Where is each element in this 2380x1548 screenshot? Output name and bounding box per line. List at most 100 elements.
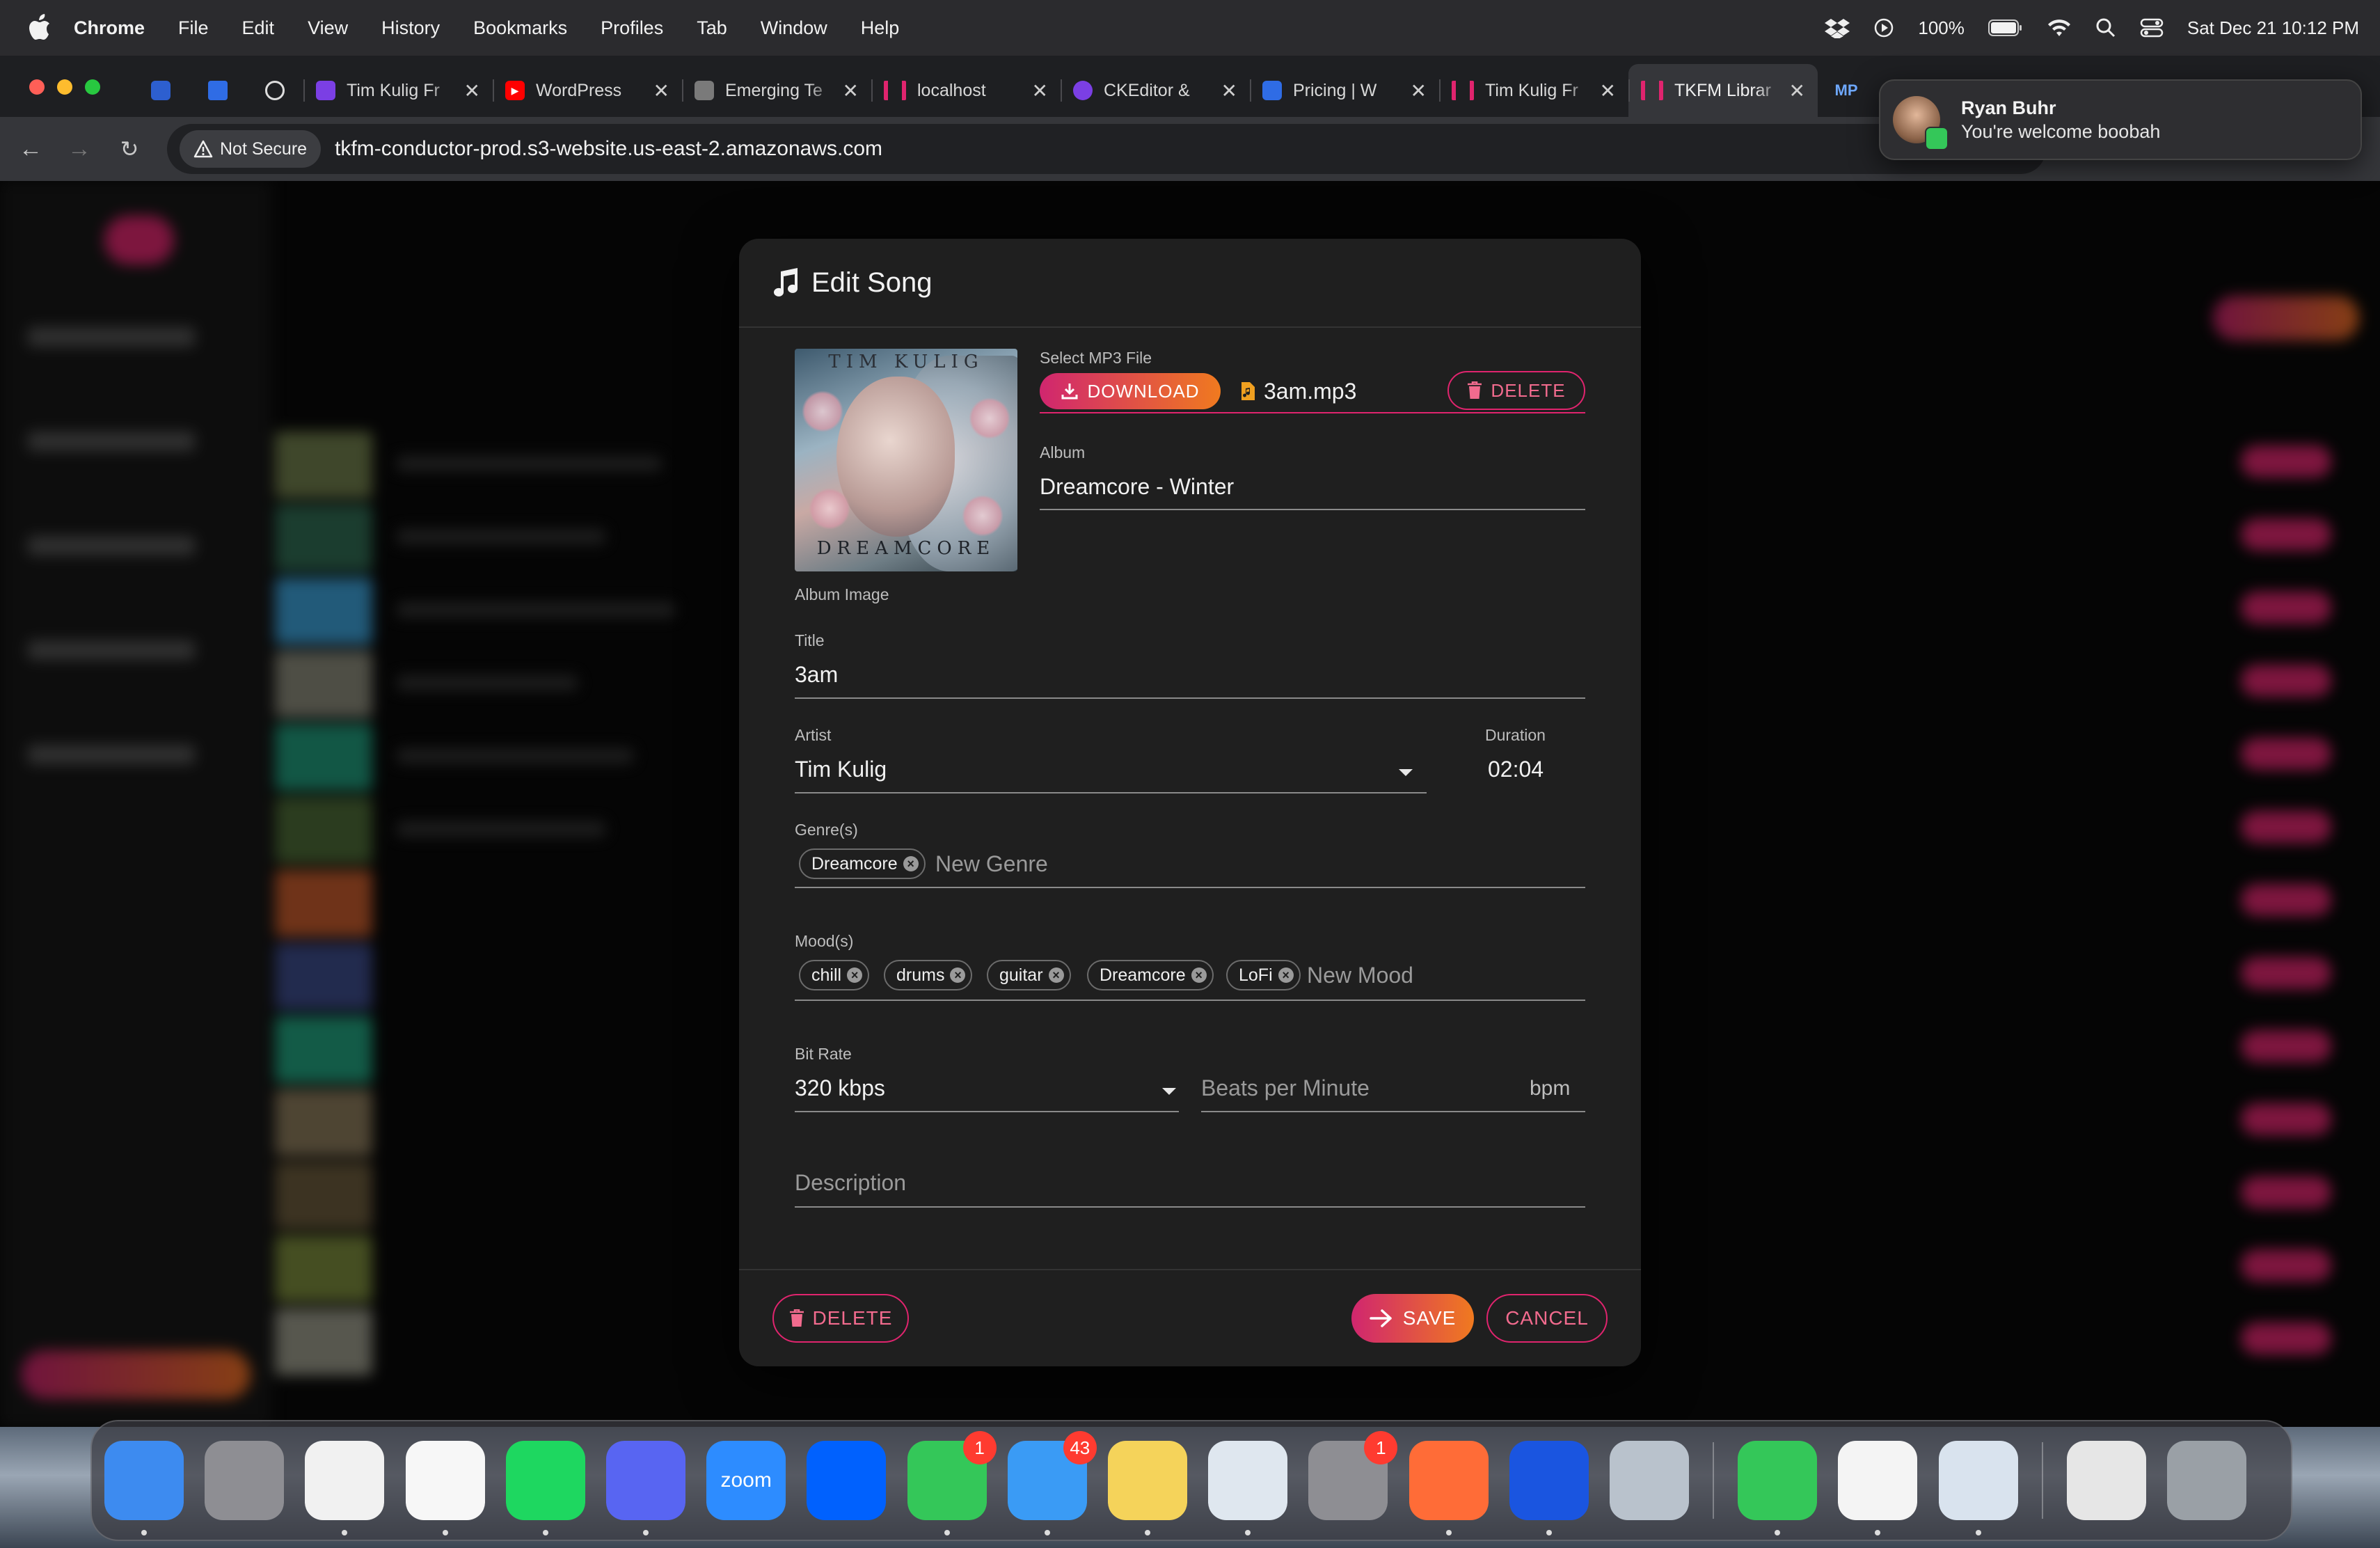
mood-tag-dreamcore[interactable]: Dreamcore × xyxy=(1087,960,1214,990)
tab-7[interactable]: Tim Kulig Fr ✕ xyxy=(1439,64,1628,117)
remove-tag-icon[interactable]: × xyxy=(1191,968,1207,983)
menu-tab[interactable]: Tab xyxy=(697,17,727,39)
dock-vs-code-icon[interactable] xyxy=(405,1441,485,1520)
dock-iphone-mirroring-icon[interactable] xyxy=(1610,1441,1689,1520)
dock-maps-pin-icon[interactable] xyxy=(1509,1441,1589,1520)
dock-chrome-icon[interactable] xyxy=(305,1441,385,1520)
blurred-pill xyxy=(2241,1103,2331,1135)
dock-notes-icon[interactable] xyxy=(1108,1441,1187,1520)
dock-facetime-icon[interactable] xyxy=(1738,1441,1818,1520)
dock-discord-icon[interactable] xyxy=(606,1441,685,1520)
dock-downloads-icon[interactable] xyxy=(2066,1441,2146,1520)
mood-tag-chill[interactable]: chill × xyxy=(799,960,870,990)
blurred-pill xyxy=(2241,665,2331,697)
menu-help[interactable]: Help xyxy=(861,17,900,39)
download-mp3-button[interactable]: DOWNLOAD xyxy=(1040,373,1221,409)
artist-select[interactable]: Tim Kulig xyxy=(795,757,887,782)
zoom-window-button[interactable] xyxy=(85,79,100,95)
pinned-tab-1[interactable] xyxy=(132,64,189,117)
dock-dropbox-icon[interactable] xyxy=(807,1441,887,1520)
menu-view[interactable]: View xyxy=(308,17,348,39)
bitrate-select[interactable]: 320 kbps xyxy=(795,1075,885,1101)
menubar-clock[interactable]: Sat Dec 21 10:12 PM xyxy=(2187,17,2359,39)
cancel-button[interactable]: CANCEL xyxy=(1486,1294,1608,1343)
remove-tag-icon[interactable]: × xyxy=(847,968,863,983)
mood-tag-guitar[interactable]: guitar × xyxy=(987,960,1071,990)
battery-icon[interactable] xyxy=(1988,19,2023,37)
wifi-icon[interactable] xyxy=(2047,18,2072,38)
tab-9[interactable]: MP xyxy=(1818,64,1875,117)
album-input[interactable]: Dreamcore - Winter xyxy=(1040,474,1234,500)
tab-3[interactable]: Emerging Te ✕ xyxy=(682,64,871,117)
menu-window[interactable]: Window xyxy=(761,17,827,39)
mp3-filename-text: 3am.mp3 xyxy=(1264,378,1357,404)
menu-history[interactable]: History xyxy=(381,17,440,39)
dock-preview-icon[interactable] xyxy=(1938,1441,2018,1520)
menu-bookmarks[interactable]: Bookmarks xyxy=(473,17,567,39)
tab-close-icon[interactable]: ✕ xyxy=(843,79,859,102)
dock-postman-icon[interactable] xyxy=(1409,1441,1489,1520)
artist-chevron-down-icon[interactable] xyxy=(1399,769,1413,776)
apple-menu-icon[interactable] xyxy=(26,14,51,42)
pinned-tab-3[interactable] xyxy=(246,64,303,117)
dock-running-indicator xyxy=(643,1530,649,1535)
reload-icon[interactable]: ↻ xyxy=(114,134,145,164)
tab-close-icon[interactable]: ✕ xyxy=(1600,79,1616,102)
tab-close-icon[interactable]: ✕ xyxy=(1221,79,1237,102)
tab-8-active[interactable]: TKFM Librar ✕ xyxy=(1628,64,1818,117)
tab-2[interactable]: ▶ WordPress ✕ xyxy=(493,64,682,117)
url-text[interactable]: tkfm-conductor-prod.s3-website.us-east-2… xyxy=(335,137,882,161)
dropbox-status-icon[interactable] xyxy=(1825,17,1850,38)
tab-close-icon[interactable]: ✕ xyxy=(1411,79,1427,102)
tab-5[interactable]: CKEditor & ✕ xyxy=(1061,64,1250,117)
menu-file[interactable]: File xyxy=(178,17,209,39)
dock-launchpad-icon[interactable] xyxy=(205,1441,285,1520)
remove-tag-icon[interactable]: × xyxy=(1048,968,1064,983)
delete-song-button[interactable]: DELETE xyxy=(772,1294,909,1343)
address-bar[interactable]: Not Secure tkfm-conductor-prod.s3-websit… xyxy=(167,124,2046,174)
bpm-input[interactable]: Beats per Minute xyxy=(1201,1075,1370,1101)
play-status-icon[interactable] xyxy=(1873,17,1894,38)
spotlight-search-icon[interactable] xyxy=(2095,17,2116,38)
new-mood-input[interactable]: New Mood xyxy=(1307,963,1413,988)
tab-favicon-icon xyxy=(695,81,714,100)
description-input[interactable]: Description xyxy=(795,1170,906,1196)
minimize-window-button[interactable] xyxy=(57,79,72,95)
tab-1[interactable]: Tim Kulig Fr ✕ xyxy=(303,64,493,117)
new-genre-input[interactable]: New Genre xyxy=(935,851,1048,877)
genre-tag[interactable]: Dreamcore × xyxy=(799,848,926,879)
tab-close-icon[interactable]: ✕ xyxy=(464,79,480,102)
forward-arrow-icon[interactable]: → xyxy=(64,134,95,164)
tab-4[interactable]: localhost ✕ xyxy=(871,64,1061,117)
site-security-chip[interactable]: Not Secure xyxy=(180,130,322,168)
tab-close-icon[interactable]: ✕ xyxy=(1032,79,1048,102)
save-button[interactable]: SAVE xyxy=(1351,1294,1474,1343)
menu-edit[interactable]: Edit xyxy=(242,17,275,39)
menu-app-name[interactable]: Chrome xyxy=(74,17,145,39)
tab-6[interactable]: Pricing | W ✕ xyxy=(1250,64,1439,117)
dock-zoom-icon[interactable]: zoom xyxy=(706,1441,786,1520)
dock-trash-icon[interactable] xyxy=(2167,1441,2246,1520)
album-image[interactable]: TIM KULIG DREAMCORE xyxy=(795,349,1017,571)
close-window-button[interactable] xyxy=(29,79,45,95)
dock-finder-icon[interactable] xyxy=(104,1441,184,1520)
mood-tag-lofi[interactable]: LoFi × xyxy=(1226,960,1301,990)
pinned-tab-2[interactable] xyxy=(189,64,246,117)
control-center-icon[interactable] xyxy=(2140,17,2164,38)
delete-mp3-button[interactable]: DELETE xyxy=(1447,371,1585,410)
message-notification[interactable]: Ryan Buhr You're welcome boobah xyxy=(1879,79,2362,160)
menu-profiles[interactable]: Profiles xyxy=(601,17,663,39)
remove-tag-icon[interactable]: × xyxy=(1278,968,1294,983)
title-input[interactable]: 3am xyxy=(795,662,838,688)
dock-pgadmin-icon[interactable] xyxy=(1208,1441,1288,1520)
dock-spotify-icon[interactable] xyxy=(505,1441,585,1520)
dock-running-indicator xyxy=(944,1530,950,1535)
tab-close-icon[interactable]: ✕ xyxy=(653,79,669,102)
remove-tag-icon[interactable]: × xyxy=(903,856,919,871)
dock-textedit-icon[interactable] xyxy=(1838,1441,1918,1520)
bitrate-chevron-down-icon[interactable] xyxy=(1162,1088,1176,1095)
back-arrow-icon[interactable]: ← xyxy=(15,134,46,164)
tab-close-icon[interactable]: ✕ xyxy=(1789,79,1805,102)
mood-tag-drums[interactable]: drums × xyxy=(884,960,973,990)
remove-tag-icon[interactable]: × xyxy=(950,968,966,983)
